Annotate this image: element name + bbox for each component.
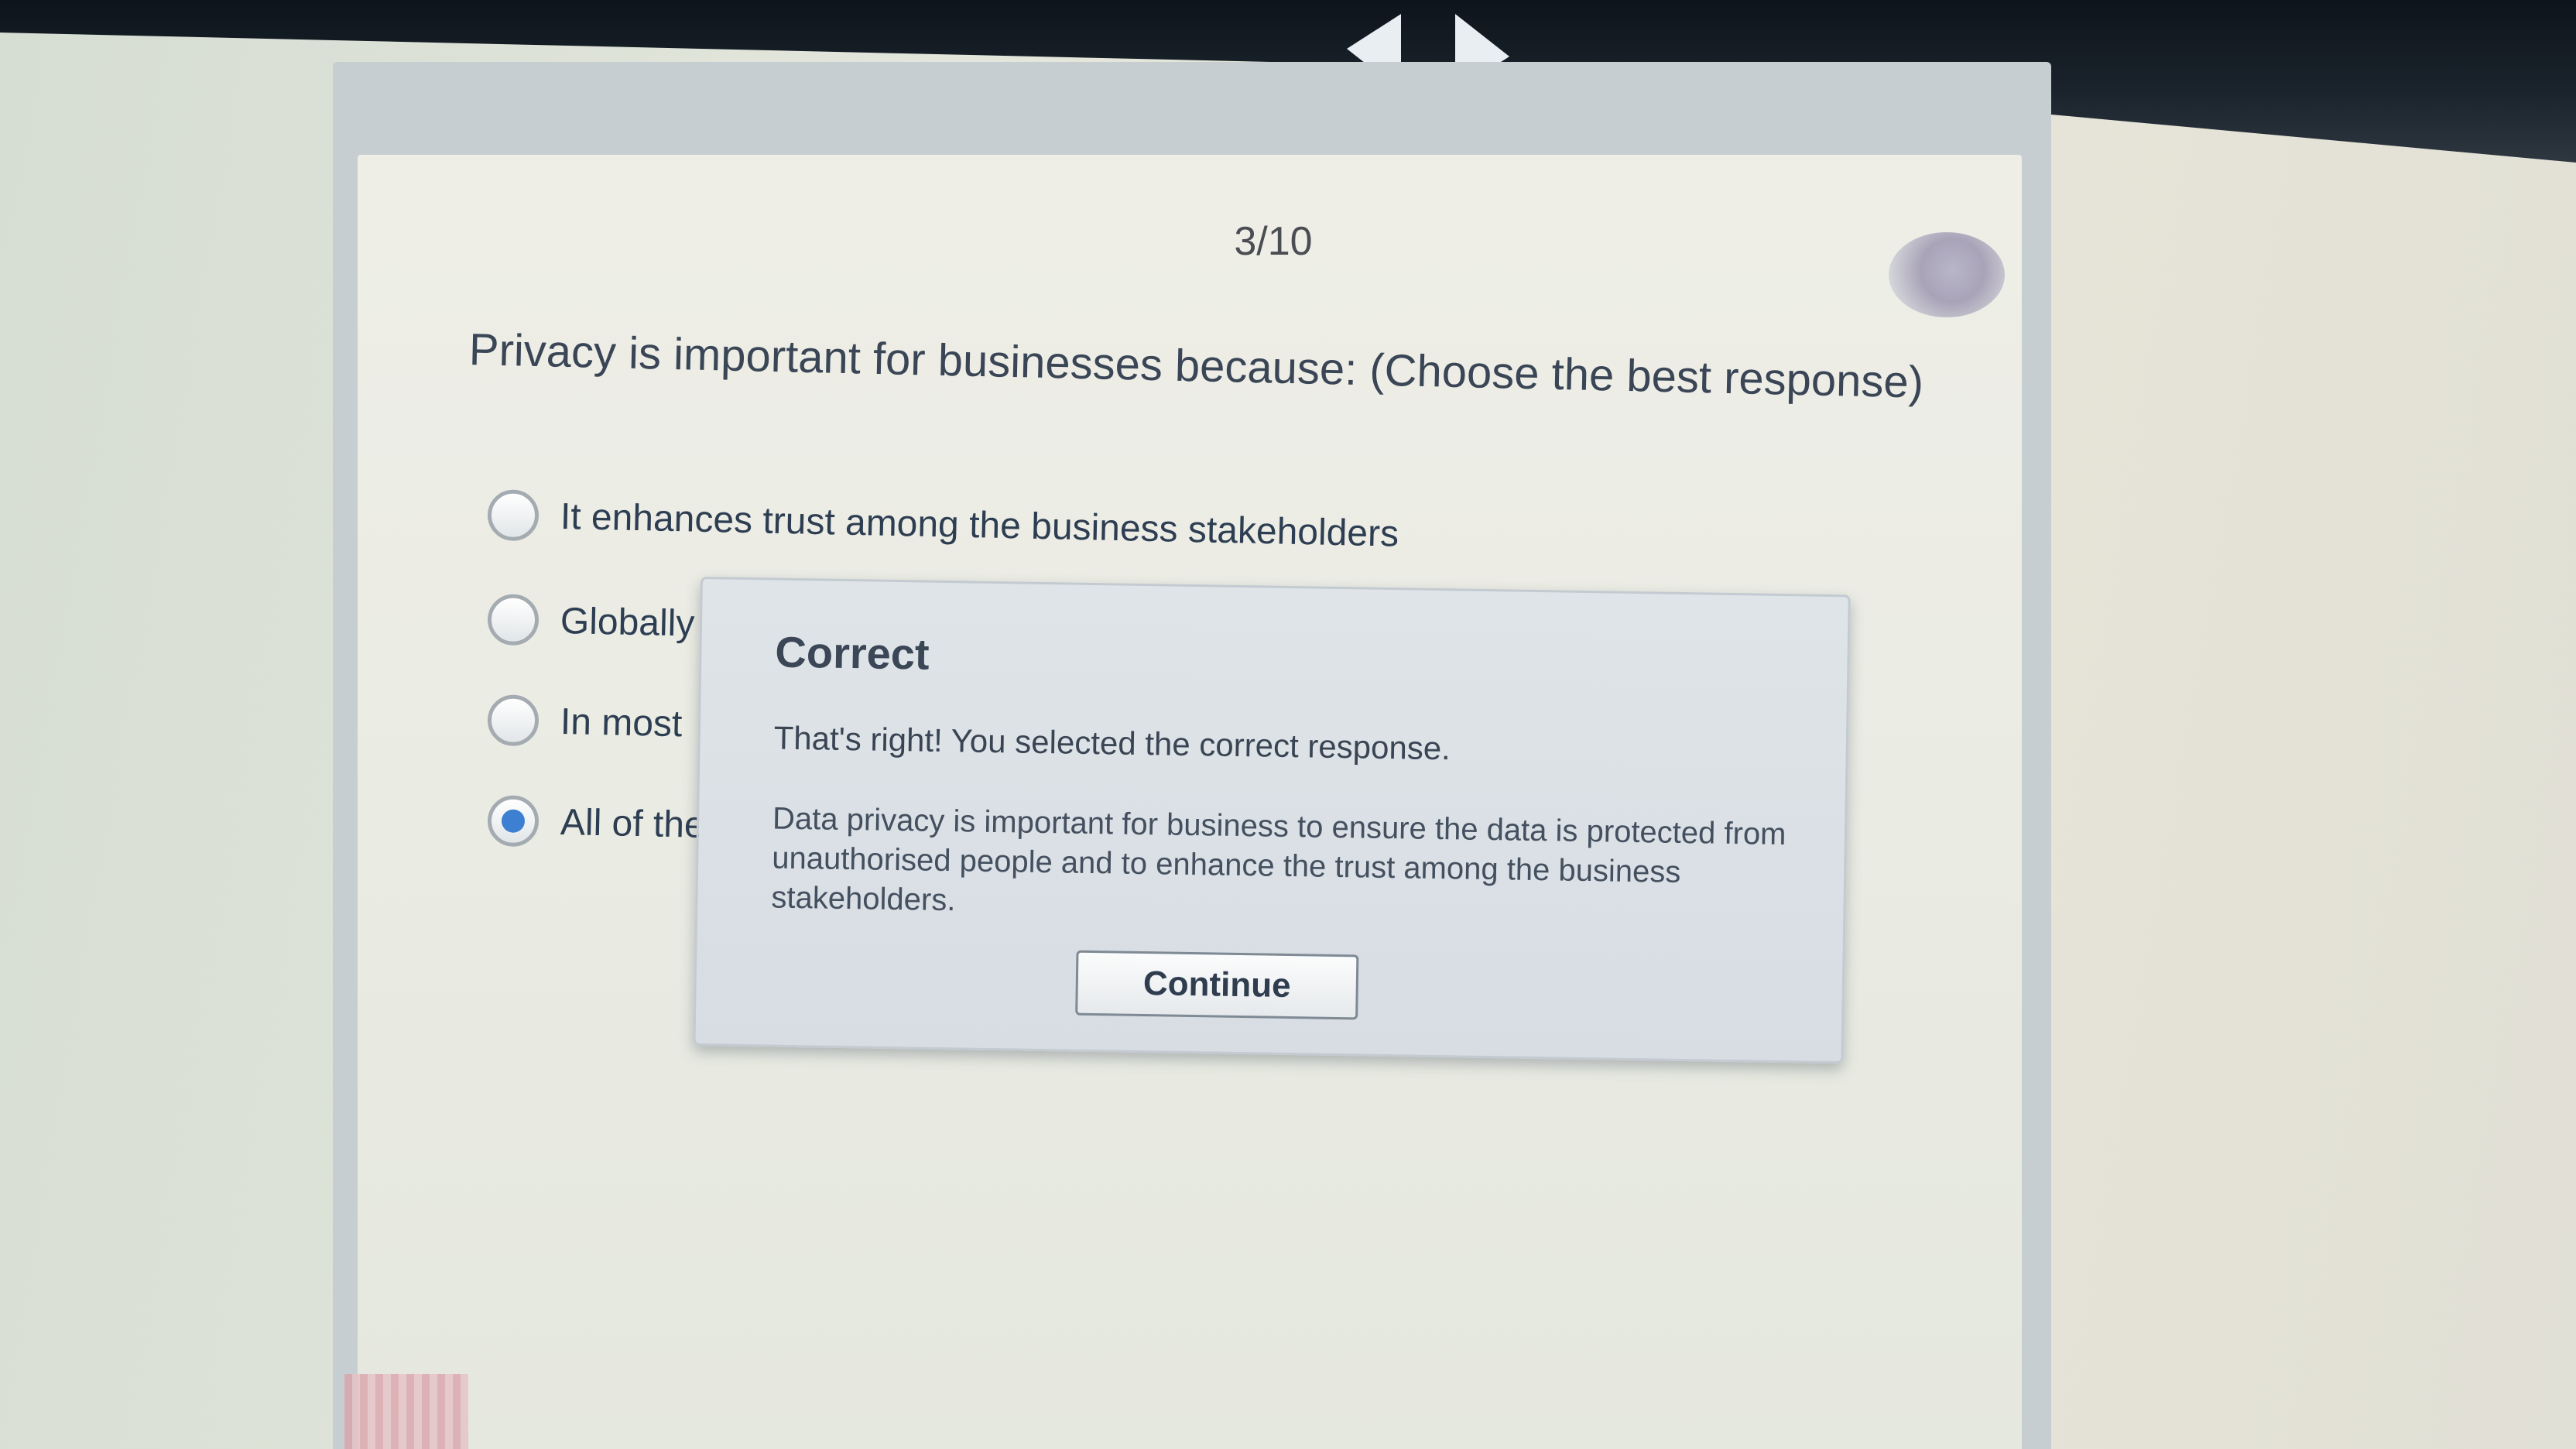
- answer-option-label: In most: [560, 701, 683, 745]
- radio-button-selected[interactable]: [487, 795, 540, 848]
- answer-option-label: All of the: [560, 801, 706, 846]
- answer-option-label: Globally: [560, 600, 695, 645]
- answer-option-4[interactable]: All of the: [487, 786, 706, 860]
- radio-button[interactable]: [487, 594, 540, 646]
- header-badge-icon: [1889, 232, 2005, 317]
- continue-button[interactable]: Continue: [1075, 950, 1359, 1020]
- brand-logo: [344, 1374, 468, 1449]
- radio-button[interactable]: [487, 489, 540, 542]
- answer-option-2[interactable]: Globally: [487, 584, 695, 659]
- radio-button[interactable]: [487, 694, 540, 747]
- question-counter: 3/10: [1234, 219, 1313, 264]
- feedback-explanation: Data privacy is important for business t…: [771, 801, 1786, 918]
- feedback-message: That's right! You selected the correct r…: [773, 719, 1451, 767]
- answer-option-3[interactable]: In most: [487, 685, 683, 759]
- dialog-title: Correct: [774, 627, 930, 679]
- answer-option-label: It enhances trust among the business sta…: [560, 495, 1399, 555]
- feedback-dialog: Correct That's right! You selected the c…: [693, 577, 1851, 1064]
